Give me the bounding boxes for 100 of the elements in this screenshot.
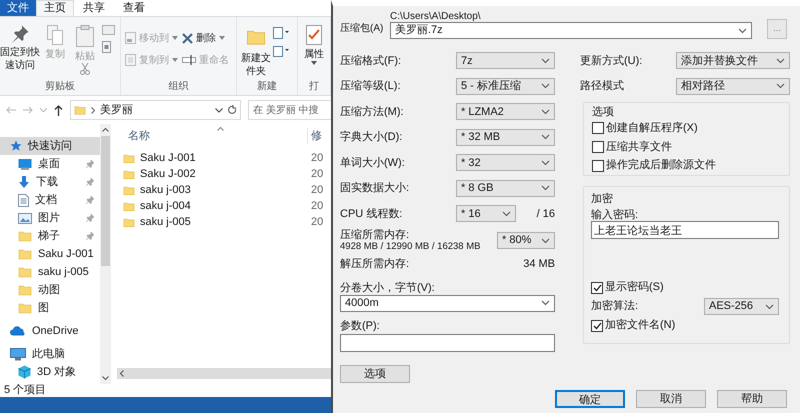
new-item-icon xyxy=(273,27,289,39)
nav-item[interactable]: 3D 对象 xyxy=(0,363,100,381)
field-label: 分卷大小，字节(V): xyxy=(340,280,436,294)
folder-icon xyxy=(18,247,32,261)
archive-path: C:\Users\A\Desktop\ xyxy=(390,10,482,22)
scrollbar-thumb[interactable] xyxy=(101,136,110,266)
caret-icon xyxy=(172,36,178,40)
options-button[interactable]: 选项 xyxy=(340,364,410,382)
dropdown[interactable]: * LZMA2 xyxy=(456,103,555,120)
dialog-button[interactable]: 帮助 xyxy=(717,390,787,408)
dropdown[interactable]: * 80% xyxy=(497,232,555,249)
ribbon-tab[interactable]: 文件 xyxy=(0,0,36,16)
password-field[interactable]: 上老王论坛当老王 xyxy=(591,221,779,239)
nav-item[interactable]: 此电脑 xyxy=(0,345,100,363)
scroll-up-icon[interactable] xyxy=(102,128,109,132)
refresh-icon[interactable] xyxy=(228,105,237,115)
dropdown[interactable]: * 32 MB xyxy=(456,128,555,146)
cloud-icon xyxy=(10,326,26,336)
folder-icon xyxy=(123,200,135,212)
chevron-down-icon xyxy=(776,83,785,90)
volume-size-combo[interactable]: 4000m xyxy=(340,294,555,312)
image-icon xyxy=(18,212,32,224)
field-label: 压缩方法(M): xyxy=(340,104,405,120)
recent-dropdown-icon[interactable] xyxy=(40,108,47,112)
clipboard-icon xyxy=(76,25,94,47)
chevron-down-icon xyxy=(776,58,785,64)
ribbon-button[interactable]: 属性 xyxy=(298,17,328,79)
star-icon xyxy=(10,140,22,152)
cube-icon xyxy=(18,365,31,379)
field-label: 输入密码: xyxy=(591,208,640,221)
chevron-down-icon xyxy=(541,160,550,166)
dialog-button[interactable]: 取消 xyxy=(636,390,706,408)
back-arrow-icon[interactable] xyxy=(6,106,16,114)
dropdown[interactable]: AES-256 xyxy=(704,298,779,315)
forward-arrow-icon[interactable] xyxy=(23,106,33,114)
checkbox[interactable]: 加密文件名(N) xyxy=(591,316,782,335)
scroll-left-icon[interactable] xyxy=(120,370,124,377)
nav-item[interactable]: 文档 xyxy=(0,191,100,209)
file-name[interactable]: saku j-005 xyxy=(140,214,191,230)
field-label: 压缩所需内存: xyxy=(340,230,410,240)
ribbon-tab[interactable]: 主页 xyxy=(36,0,74,16)
dropdown[interactable]: * 16 xyxy=(456,205,516,222)
check-icon xyxy=(592,322,602,330)
date-cell-text: 20 xyxy=(310,214,324,230)
caret-icon xyxy=(172,58,178,62)
file-name[interactable]: saku j-004 xyxy=(140,198,191,214)
folder-icon xyxy=(123,152,135,164)
sort-caret-icon[interactable] xyxy=(217,127,224,131)
nav-item[interactable]: 快速访问 xyxy=(0,137,100,155)
copy-path-icon xyxy=(102,25,115,35)
folder-icon xyxy=(18,301,32,315)
ribbon-tab[interactable]: 查看 xyxy=(114,0,154,16)
nav-item[interactable]: 动图 xyxy=(0,281,100,299)
nav-item[interactable]: 下载 xyxy=(0,173,100,191)
archive-name-combo[interactable]: 美罗丽.7z xyxy=(390,22,752,39)
column-header[interactable]: 名称 xyxy=(117,128,307,144)
dropdown[interactable]: 7z xyxy=(456,52,555,70)
nav-item[interactable]: 桌面 xyxy=(0,155,100,173)
checkbox[interactable]: 显示密码(S) xyxy=(591,278,782,297)
browse-button[interactable]: ... xyxy=(767,19,787,39)
file-name[interactable]: Saku J-001 xyxy=(140,150,196,166)
folder-icon xyxy=(74,103,86,117)
nav-item[interactable]: OneDrive xyxy=(0,322,100,340)
nav-item[interactable]: 梯子 xyxy=(0,227,100,245)
caret-icon xyxy=(311,61,317,65)
file-name[interactable]: Saku J-002 xyxy=(140,166,196,182)
chevron-down-icon xyxy=(541,134,550,140)
ribbon-button[interactable]: 新建文件夹 xyxy=(237,17,271,79)
field-label: 字典大小(D): xyxy=(340,130,404,145)
horizontal-scrollbar[interactable] xyxy=(117,368,331,379)
ribbon-tab[interactable]: 共享 xyxy=(74,0,114,16)
easy-access-icon xyxy=(273,45,289,57)
address-bar[interactable]: 美罗丽 xyxy=(70,100,241,120)
dropdown[interactable]: 添加并替换文件 xyxy=(676,52,790,70)
scroll-down-icon[interactable] xyxy=(102,376,109,380)
field-label: CPU 线程数: xyxy=(340,206,404,222)
parameters-field[interactable] xyxy=(340,334,555,352)
up-arrow-icon[interactable] xyxy=(54,104,63,116)
vertical-scrollbar[interactable] xyxy=(100,124,111,384)
address-path: 美罗丽 xyxy=(100,102,134,118)
nav-item[interactable]: 图片 xyxy=(0,209,100,227)
checkbox[interactable]: 创建自解压程序(X) xyxy=(592,119,781,138)
delete-x-icon xyxy=(182,32,193,44)
checkbox[interactable]: 压缩共享文件 xyxy=(592,138,781,156)
dropdown[interactable]: 5 - 标准压缩 xyxy=(456,78,555,95)
file-name[interactable]: saku j-003 xyxy=(140,182,191,198)
nav-item[interactable]: Saku J-001 xyxy=(0,245,100,263)
dropdown[interactable]: 相对路径 xyxy=(676,78,790,95)
dropdown[interactable]: * 32 xyxy=(456,154,555,172)
search-field[interactable]: 在 美罗丽 中搜 xyxy=(248,100,331,120)
dialog-button[interactable]: 确定 xyxy=(555,390,625,408)
chevron-down-icon xyxy=(541,58,550,64)
nav-item[interactable]: saku j-005 xyxy=(0,263,100,281)
field-label: 压缩包(A) xyxy=(340,22,384,36)
ribbon-button[interactable]: 固定到快速访问 xyxy=(0,17,40,79)
ribbon-button[interactable]: 删除 xyxy=(182,27,229,49)
move-icon xyxy=(125,32,136,44)
checkbox[interactable]: 操作完成后删除源文件 xyxy=(592,156,781,176)
dropdown[interactable]: * 8 GB xyxy=(456,180,555,197)
nav-item[interactable]: 图 xyxy=(0,299,100,317)
